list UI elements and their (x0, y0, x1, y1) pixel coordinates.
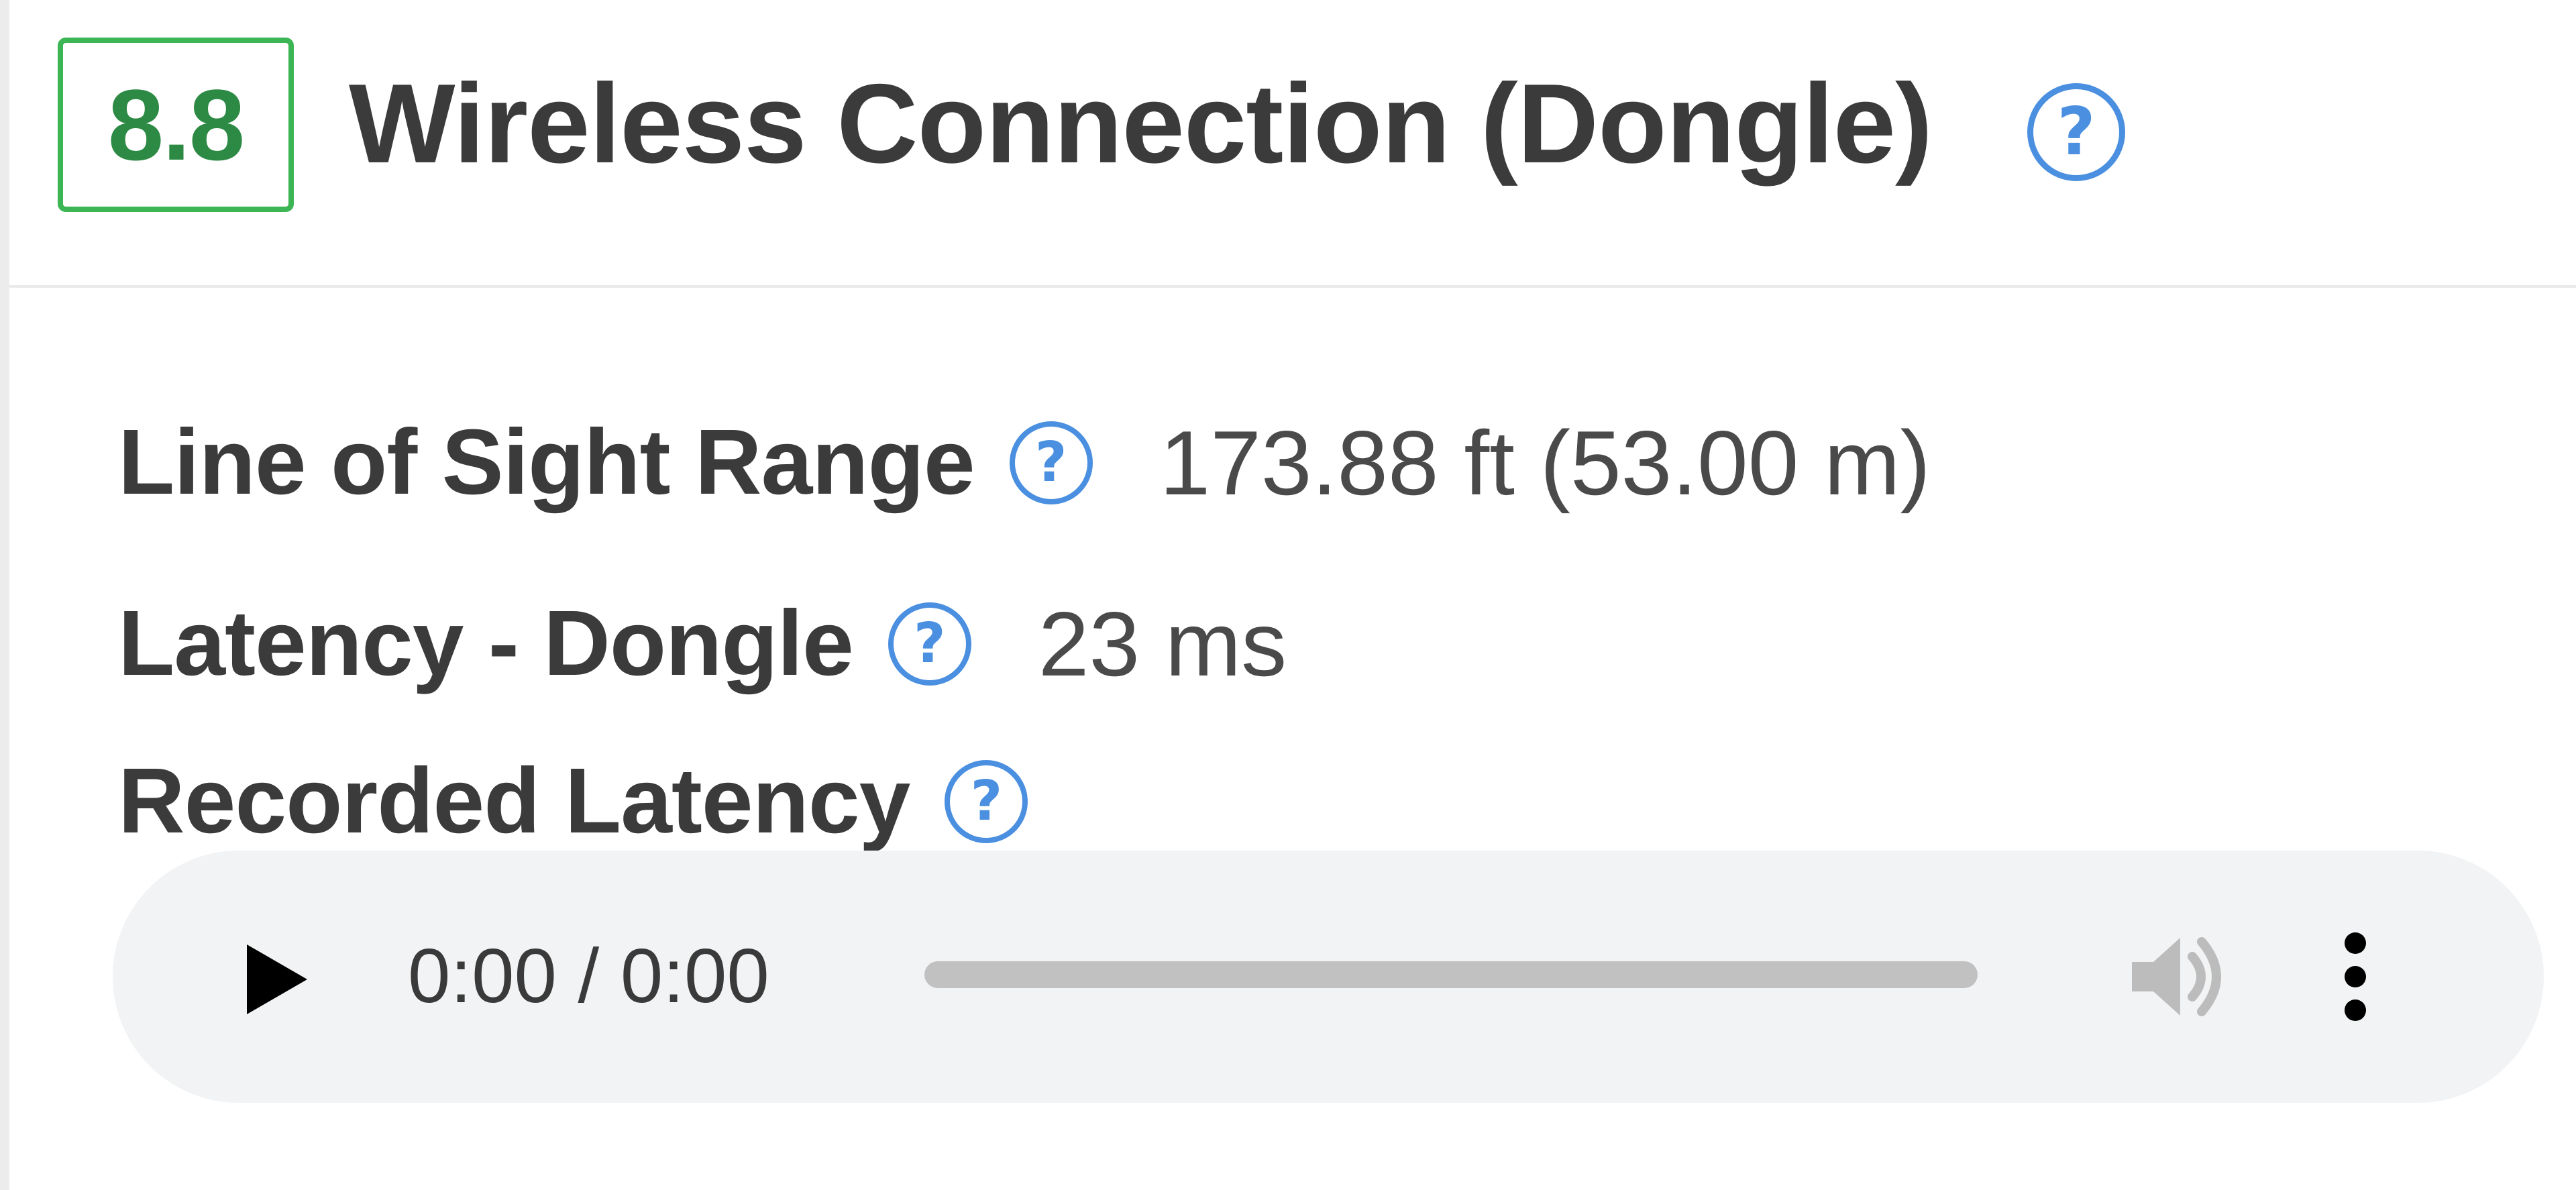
audio-player: 0:00 / 0:00 (113, 851, 2544, 1103)
spec-label: Recorded Latency (118, 749, 910, 853)
help-icon[interactable]: ? (945, 759, 1028, 843)
spec-value: 23 ms (1038, 592, 1287, 695)
more-options-icon[interactable] (2339, 930, 2372, 1024)
left-divider (0, 0, 9, 1190)
spec-row-latency-dongle: Latency - Dongle ? 23 ms (118, 590, 1287, 697)
page: 8.8 Wireless Connection (Dongle) ? Line … (0, 0, 2576, 1190)
spec-row-recorded-latency: Recorded Latency ? (118, 748, 1028, 855)
help-icon[interactable]: ? (888, 602, 971, 686)
spec-label: Latency - Dongle (118, 592, 854, 695)
play-icon[interactable] (247, 944, 307, 1014)
help-icon[interactable]: ? (2027, 83, 2125, 181)
audio-progress-slider[interactable] (924, 961, 1978, 988)
spec-row-line-of-sight-range: Line of Sight Range ? 173.88 ft (53.00 m… (118, 409, 1931, 516)
time-display: 0:00 / 0:00 (408, 934, 769, 1019)
score-badge: 8.8 (58, 38, 294, 212)
spec-label: Line of Sight Range (118, 411, 975, 514)
help-icon[interactable]: ? (1009, 421, 1093, 504)
volume-icon[interactable] (2125, 930, 2226, 1024)
spec-value: 173.88 ft (53.00 m) (1159, 411, 1931, 514)
section-title: Wireless Connection (Dongle) (349, 60, 1933, 186)
section-header: 8.8 Wireless Connection (Dongle) ? (9, 0, 2576, 288)
